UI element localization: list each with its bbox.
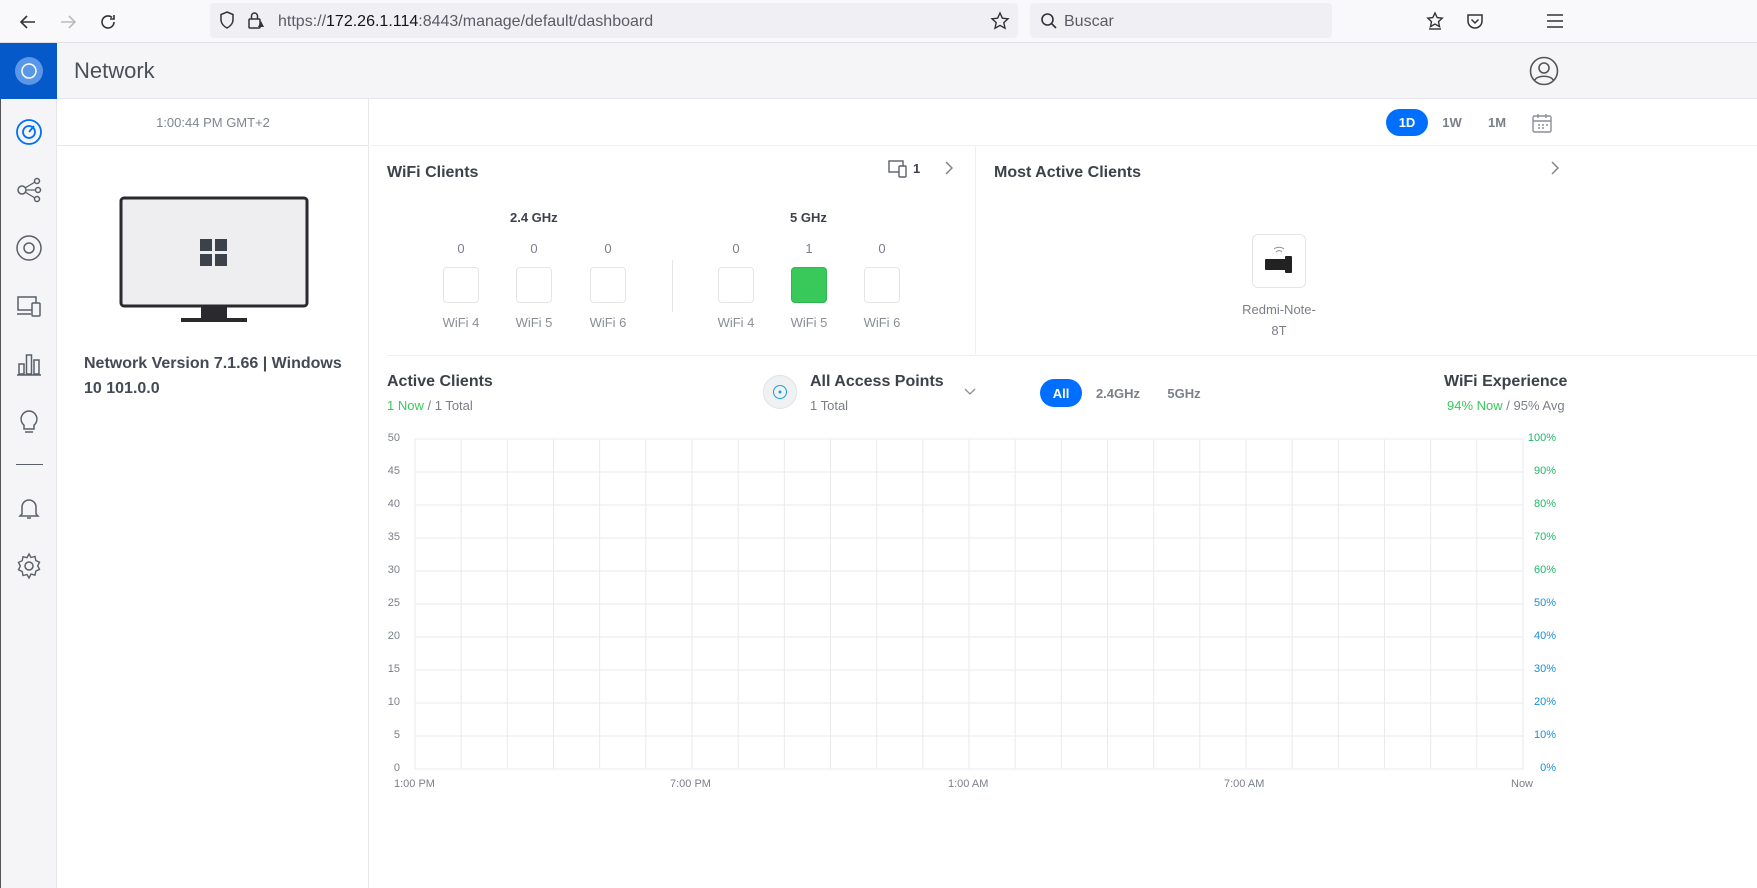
x-tick: 7:00 PM <box>670 778 711 790</box>
y-right-tick: 20% <box>1533 696 1556 708</box>
y-right-tick: 30% <box>1533 663 1556 675</box>
x-tick: 7:00 AM <box>1224 778 1265 790</box>
y-right-tick: 40% <box>1533 630 1556 642</box>
y-left-tick: 10 <box>387 696 400 708</box>
y-left-tick: 40 <box>387 498 400 510</box>
y-left-tick: 35 <box>387 531 400 543</box>
y-right-tick: 70% <box>1533 531 1556 543</box>
y-left-tick: 20 <box>387 630 400 642</box>
y-right-tick: 100% <box>1527 432 1556 444</box>
y-left-tick: 0 <box>393 762 400 774</box>
y-left-tick: 25 <box>387 597 400 609</box>
chart-grid <box>414 438 1524 770</box>
y-left-tick: 15 <box>387 663 400 675</box>
x-tick: 1:00 PM <box>394 778 435 790</box>
y-right-tick: 80% <box>1533 498 1556 510</box>
y-right-tick: 10% <box>1533 729 1556 741</box>
y-right-tick: 50% <box>1533 597 1556 609</box>
y-left-tick: 5 <box>393 729 400 741</box>
y-right-tick: 60% <box>1533 564 1556 576</box>
x-tick: 1:00 AM <box>948 778 989 790</box>
x-tick: Now <box>1511 778 1534 790</box>
y-right-tick: 90% <box>1533 465 1556 477</box>
y-left-tick: 30 <box>387 564 400 576</box>
y-right-tick: 0% <box>1540 762 1556 774</box>
y-left-tick: 45 <box>387 465 400 477</box>
y-left-tick: 50 <box>387 432 400 444</box>
